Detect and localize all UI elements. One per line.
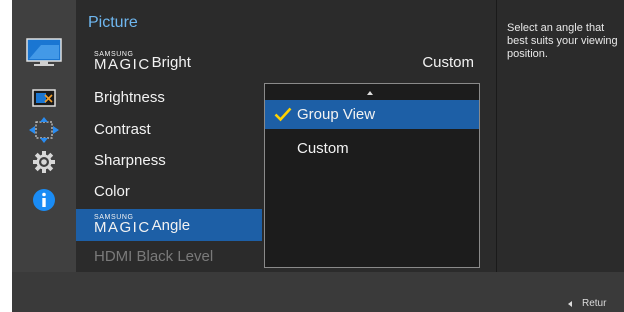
menu-item-sharpness[interactable]: Sharpness	[76, 144, 262, 176]
menu-item-label: HDMI Black Level	[94, 247, 214, 265]
menu-item-label: Contrast	[94, 120, 151, 138]
sidebar	[12, 0, 76, 272]
dropdown-option-label: Custom	[297, 140, 349, 157]
menu-item-magic-angle[interactable]: SAMSUNG MAGIC Angle	[76, 209, 262, 241]
menu-item-contrast[interactable]: Contrast	[76, 113, 262, 145]
samsung-magic-logo: SAMSUNG MAGIC	[94, 50, 151, 73]
dropdown-option-group-view[interactable]: Group View	[265, 100, 479, 129]
info-icon[interactable]	[12, 184, 76, 216]
dropdown-option-label: Group View	[297, 106, 376, 123]
menu-title: Picture	[88, 14, 138, 31]
picture-icon[interactable]	[12, 36, 76, 68]
menu-item-label: Bright	[151, 53, 191, 71]
checkmark-icon	[274, 107, 292, 122]
position-arrows-icon[interactable]	[12, 114, 76, 146]
menu-item-label: Angle	[151, 216, 191, 234]
menu-item-brightness[interactable]: Brightness	[76, 81, 262, 113]
picture-menu: Picture SAMSUNG MAGIC Bright Custom Brig…	[76, 0, 496, 272]
menu-item-magic-bright[interactable]: SAMSUNG MAGIC Bright	[76, 46, 262, 78]
menu-item-label: Color	[94, 182, 130, 200]
return-button[interactable]: Retur	[568, 298, 606, 309]
menu-item-label: Sharpness	[94, 151, 166, 169]
menu-item-color[interactable]: Color	[76, 175, 262, 207]
menu-item-hdmi-black-level: HDMI Black Level	[76, 240, 262, 272]
menu-item-label: Brightness	[94, 88, 165, 106]
osd-window: Picture SAMSUNG MAGIC Bright Custom Brig…	[12, 0, 624, 312]
angle-dropdown: Group View Custom	[264, 83, 480, 268]
magic-bright-value: Custom	[422, 54, 474, 71]
screen-display-icon[interactable]	[12, 82, 76, 114]
samsung-magic-logo: SAMSUNG MAGIC	[94, 213, 151, 236]
help-text: Select an angle that best suits your vie…	[496, 0, 624, 272]
footer-bar: Retur	[12, 272, 624, 312]
dropdown-option-custom[interactable]: Custom	[265, 134, 479, 163]
scroll-up-arrow-icon[interactable]	[367, 91, 373, 95]
gear-icon[interactable]	[12, 146, 76, 178]
return-label: Retur	[582, 298, 607, 309]
left-arrow-icon	[568, 300, 572, 307]
